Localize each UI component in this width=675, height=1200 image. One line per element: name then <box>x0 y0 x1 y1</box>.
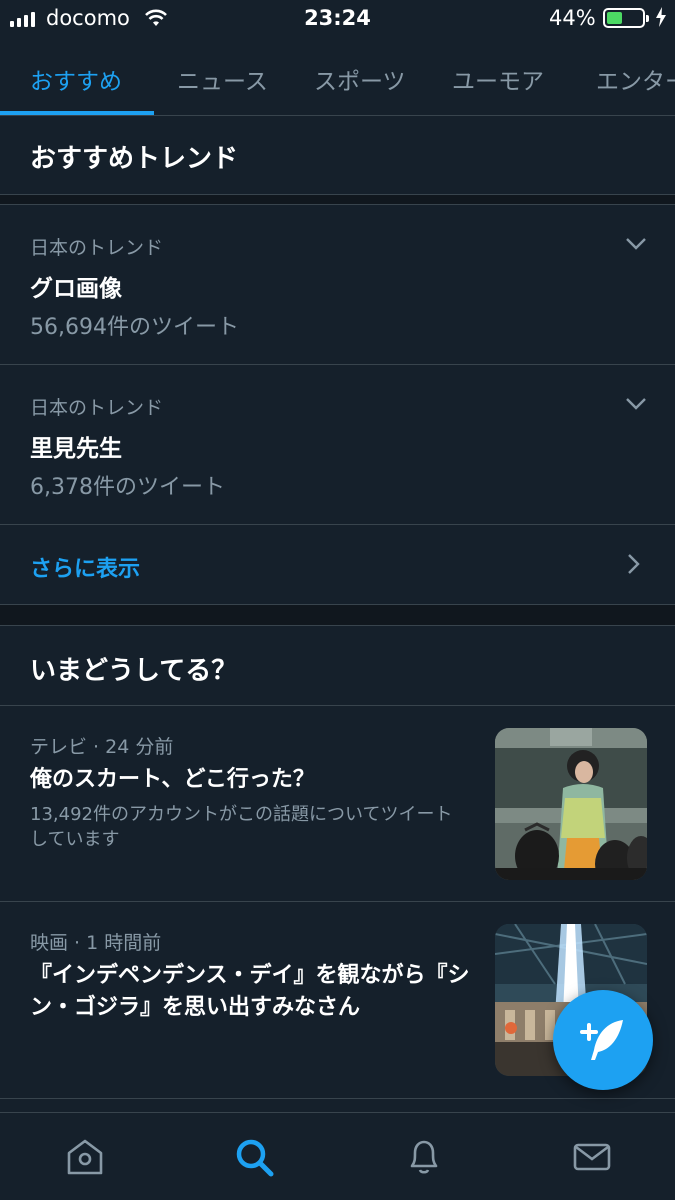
trend-tweet-count: 56,694件のツイート <box>30 315 239 340</box>
moment-headline: 『インデペンデンス・デイ』を観ながら『シン・ゴジラ』を思い出すみなさん <box>30 963 470 1020</box>
chevron-down-icon[interactable] <box>625 237 647 251</box>
status-bar: docomo 23:24 44% <box>0 0 675 40</box>
trend-context: 日本のトレンド <box>30 237 164 259</box>
bottom-navigation <box>0 1112 675 1200</box>
notifications-icon[interactable] <box>402 1135 446 1179</box>
chevron-right-icon <box>628 554 640 574</box>
moment-headline: 俺のスカート、どこ行った？ <box>30 767 315 792</box>
explore-screen: docomo 23:24 44% おすすめ ニュース スポーツ ユーモア エンタ… <box>0 0 675 1200</box>
chevron-down-icon[interactable] <box>625 397 647 411</box>
trends-section-title: おすすめトレンド <box>30 144 239 174</box>
charging-bolt-icon <box>656 7 666 27</box>
compose-tweet-button[interactable] <box>553 990 653 1090</box>
trend-tweet-count: 6,378件のツイート <box>30 475 225 500</box>
trend-item[interactable]: 日本のトレンド グロ画像 56,694件のツイート <box>0 205 675 365</box>
trend-name: 里見先生 <box>30 436 122 462</box>
tab-recommended[interactable]: おすすめ <box>30 62 122 96</box>
moment-description: 13,492件のアカウントがこの話題についてツイートしています <box>30 804 453 850</box>
divider <box>0 1098 675 1099</box>
battery-percentage: 44% <box>549 6 596 30</box>
moments-section-title: いまどうしてる？ <box>30 656 238 686</box>
show-more-link[interactable]: さらに表示 <box>0 525 675 604</box>
trend-name: グロ画像 <box>30 276 122 302</box>
messages-icon[interactable] <box>570 1135 614 1179</box>
tab-news[interactable]: ニュース <box>177 62 268 96</box>
tab-sports[interactable]: スポーツ <box>314 62 406 96</box>
tab-entertainment[interactable]: エンター <box>596 62 675 96</box>
moment-card[interactable]: テレビ · 24 分前 俺のスカート、どこ行った？ 13,492件のアカウントが… <box>0 706 675 902</box>
active-tab-indicator <box>0 111 154 115</box>
trend-item[interactable]: 日本のトレンド 里見先生 6,378件のツイート <box>0 365 675 525</box>
explore-tabs: おすすめ ニュース スポーツ ユーモア エンター <box>0 40 675 116</box>
tab-humor[interactable]: ユーモア <box>452 62 544 96</box>
compose-feather-icon <box>580 1020 623 1060</box>
moment-meta: テレビ · 24 分前 <box>30 736 174 758</box>
trend-context: 日本のトレンド <box>30 397 164 419</box>
moment-thumbnail <box>495 728 647 880</box>
show-more-label: さらに表示 <box>30 557 141 582</box>
battery-icon <box>603 8 649 28</box>
moment-meta: 映画 · 1 時間前 <box>30 932 162 954</box>
battery-level <box>607 12 622 24</box>
search-icon[interactable] <box>232 1135 276 1179</box>
section-gap <box>0 195 675 204</box>
divider <box>0 625 675 626</box>
home-icon[interactable] <box>63 1135 107 1179</box>
section-gap <box>0 605 675 625</box>
